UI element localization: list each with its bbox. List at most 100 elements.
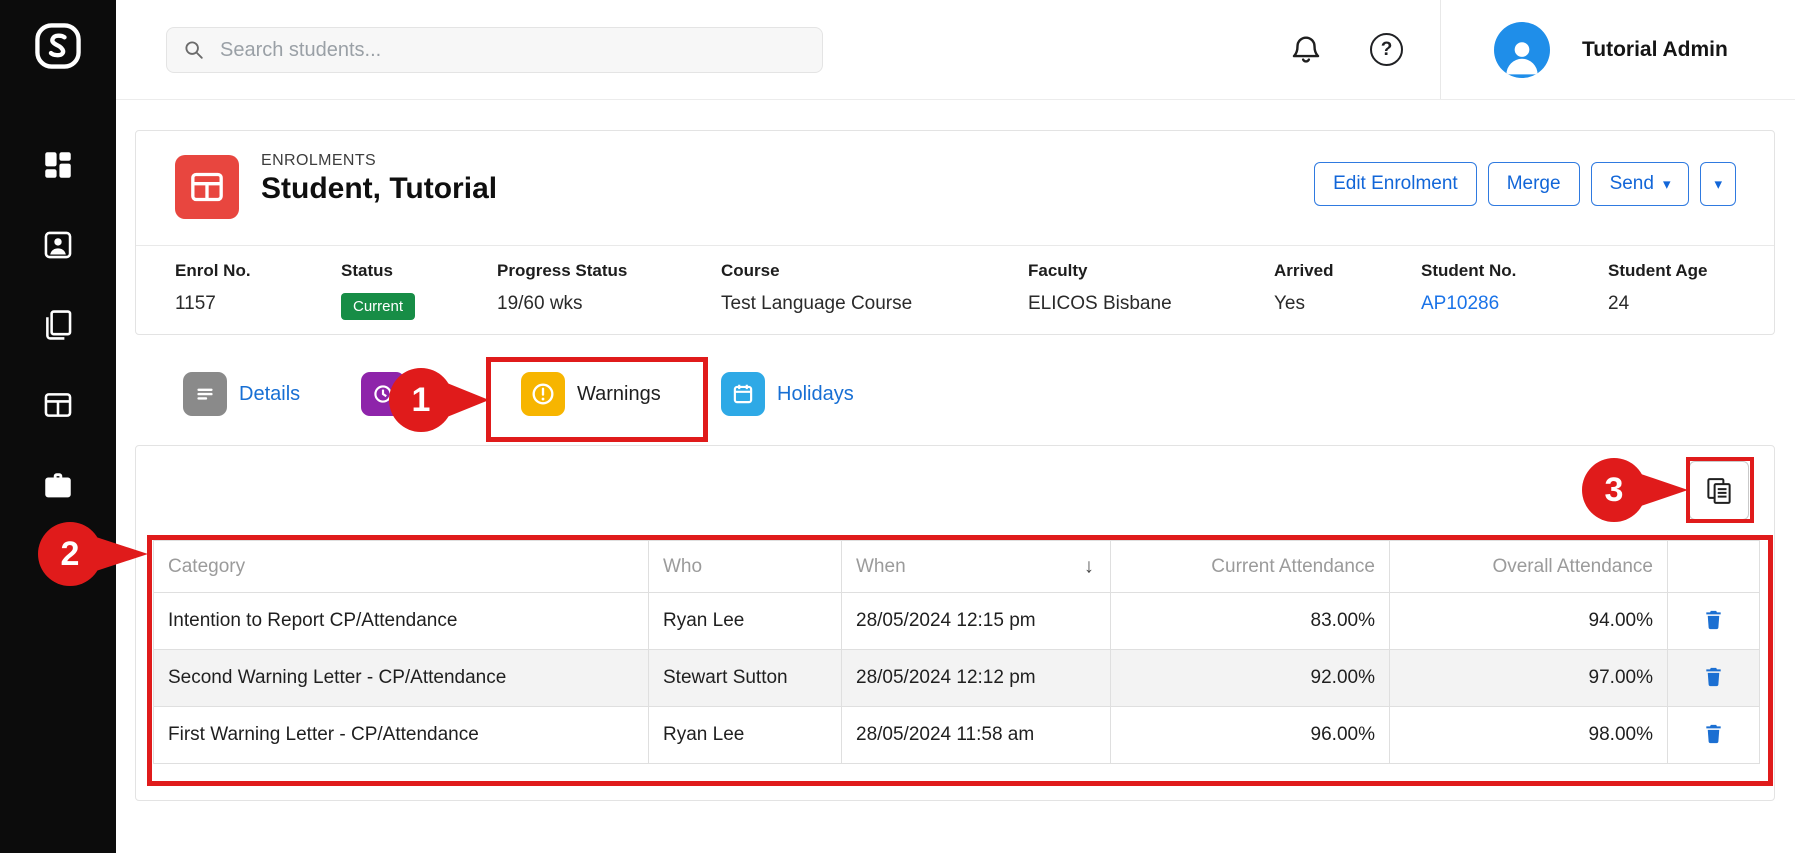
topbar-divider (1440, 0, 1441, 99)
copy-button[interactable] (1689, 461, 1749, 520)
sidebar-item-documents-icon[interactable] (41, 308, 75, 342)
sidebar-item-table-icon[interactable] (41, 388, 75, 422)
search-input[interactable] (218, 38, 768, 63)
warning-icon (521, 372, 565, 416)
cell-current-attendance: 92.00% (1111, 650, 1390, 707)
field-label: Student Age (1608, 261, 1707, 281)
enrolments-module-icon (175, 155, 239, 219)
notifications-bell-icon[interactable] (1288, 32, 1324, 68)
field-arrived: Arrived Yes (1274, 261, 1334, 315)
field-label: Enrol No. (175, 261, 251, 281)
field-progress-status: Progress Status 19/60 wks (497, 261, 627, 315)
cell-overall-attendance: 97.00% (1390, 650, 1668, 707)
topbar: ? Tutorial Admin (116, 0, 1795, 100)
enrolment-card: ENROLMENTS Student, Tutorial Edit Enrolm… (135, 130, 1775, 335)
column-header-overall-attendance[interactable]: Overall Attendance (1390, 541, 1668, 593)
edit-enrolment-button[interactable]: Edit Enrolment (1314, 162, 1477, 206)
field-value: 19/60 wks (497, 293, 627, 315)
field-value: Test Language Course (721, 293, 912, 315)
cell-when: 28/05/2024 12:12 pm (842, 650, 1111, 707)
student-no-link[interactable]: AP10286 (1421, 293, 1516, 315)
delete-button[interactable] (1698, 718, 1729, 752)
tab-holidays-label: Holidays (777, 383, 854, 406)
field-value: 24 (1608, 293, 1707, 315)
merge-label: Merge (1507, 173, 1561, 195)
card-divider (136, 245, 1774, 246)
delete-button[interactable] (1698, 661, 1729, 695)
cell-overall-attendance: 98.00% (1390, 707, 1668, 764)
sort-descending-icon[interactable]: ↓ (1084, 555, 1094, 578)
copy-icon (1704, 476, 1734, 506)
field-value: ELICOS Bisbane (1028, 293, 1172, 315)
table-row: Second Warning Letter - CP/Attendance St… (154, 650, 1760, 707)
sidebar-item-dashboard-icon[interactable] (41, 148, 75, 182)
tab-holidays[interactable]: Holidays (721, 372, 854, 416)
column-header-category[interactable]: Category (154, 541, 649, 593)
field-label: Progress Status (497, 261, 627, 281)
tab-obscured[interactable] (361, 372, 405, 416)
search-box[interactable] (166, 27, 823, 73)
chevron-down-icon: ▾ (1714, 175, 1722, 193)
column-header-actions (1668, 541, 1760, 593)
trash-icon (1702, 665, 1725, 688)
send-label: Send (1610, 173, 1654, 195)
column-header-current-attendance[interactable]: Current Attendance (1111, 541, 1390, 593)
help-icon[interactable]: ? (1370, 33, 1403, 66)
search-icon (183, 39, 205, 61)
cell-overall-attendance: 94.00% (1390, 593, 1668, 650)
edit-enrolment-label: Edit Enrolment (1333, 173, 1458, 195)
trash-icon (1702, 722, 1725, 745)
warnings-panel: Category Who When ↓ Current Attendance O… (135, 445, 1775, 801)
delete-button[interactable] (1698, 604, 1729, 638)
field-value: 1157 (175, 293, 251, 315)
column-header-when[interactable]: When ↓ (842, 541, 1111, 593)
chevron-down-icon: ▾ (1663, 175, 1671, 193)
sidebar-item-students-icon[interactable] (41, 228, 75, 262)
warnings-table: Category Who When ↓ Current Attendance O… (153, 540, 1760, 764)
field-label: Student No. (1421, 261, 1516, 281)
app-logo-icon[interactable] (32, 20, 84, 72)
field-label: Faculty (1028, 261, 1172, 281)
cell-who: Stewart Sutton (649, 650, 842, 707)
tab-warnings[interactable]: Warnings (521, 372, 661, 416)
user-avatar[interactable] (1494, 22, 1550, 78)
sidebar (0, 0, 116, 853)
enrolment-actions: Edit Enrolment Merge Send ▾ ▾ (1314, 162, 1736, 206)
more-actions-button[interactable]: ▾ (1700, 162, 1736, 206)
sidebar-item-briefcase-icon[interactable] (41, 469, 75, 503)
page-title: Student, Tutorial (261, 172, 497, 206)
status-badge: Current (341, 293, 415, 320)
cell-who: Ryan Lee (649, 707, 842, 764)
column-header-who[interactable]: Who (649, 541, 842, 593)
trash-icon (1702, 608, 1725, 631)
cell-current-attendance: 83.00% (1111, 593, 1390, 650)
tab-details-label: Details (239, 383, 300, 406)
field-faculty: Faculty ELICOS Bisbane (1028, 261, 1172, 315)
field-label: Arrived (1274, 261, 1334, 281)
details-icon (183, 372, 227, 416)
clock-icon (361, 372, 405, 416)
field-label: Course (721, 261, 912, 281)
help-glyph: ? (1381, 39, 1393, 61)
table-header-row: Category Who When ↓ Current Attendance O… (154, 541, 1760, 593)
send-button[interactable]: Send ▾ (1591, 162, 1690, 206)
annotation-arrow-1 (447, 383, 489, 417)
field-label: Status (341, 261, 415, 281)
tab-details[interactable]: Details (183, 372, 300, 416)
table-row: Intention to Report CP/Attendance Ryan L… (154, 593, 1760, 650)
field-enrol-no: Enrol No. 1157 (175, 261, 251, 315)
cell-category: First Warning Letter - CP/Attendance (154, 707, 649, 764)
calendar-icon (721, 372, 765, 416)
field-value: Yes (1274, 293, 1334, 315)
cell-current-attendance: 96.00% (1111, 707, 1390, 764)
annotation-number: 1 (412, 381, 431, 420)
field-student-no: Student No. AP10286 (1421, 261, 1516, 315)
cell-when: 28/05/2024 11:58 am (842, 707, 1111, 764)
page: ? Tutorial Admin ENROLMENTS Student, Tut… (0, 0, 1795, 853)
tab-warnings-label: Warnings (577, 383, 661, 406)
merge-button[interactable]: Merge (1488, 162, 1580, 206)
cell-category: Second Warning Letter - CP/Attendance (154, 650, 649, 707)
user-name[interactable]: Tutorial Admin (1582, 0, 1728, 100)
field-course: Course Test Language Course (721, 261, 912, 315)
field-student-age: Student Age 24 (1608, 261, 1707, 315)
